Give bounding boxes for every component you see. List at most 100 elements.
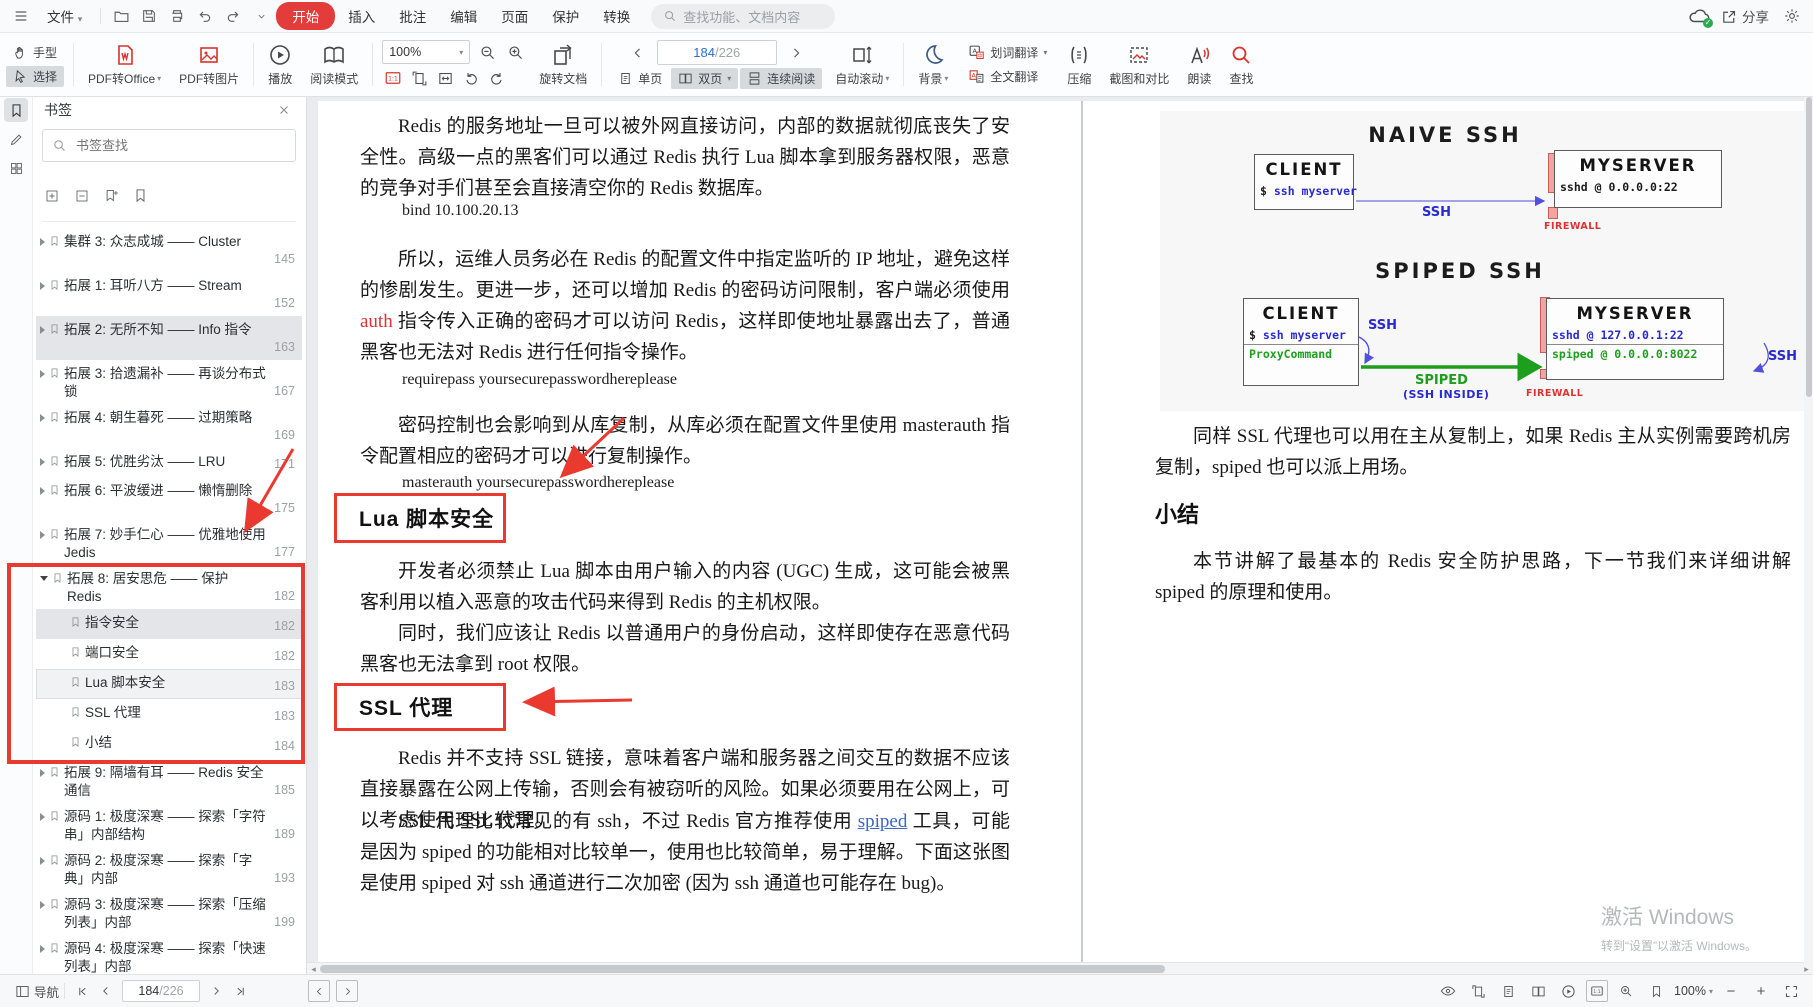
caret-right-icon[interactable] [40,857,45,865]
caret-right-icon[interactable] [40,769,45,777]
close-panel-icon[interactable] [274,100,294,120]
zoom-out-icon[interactable] [476,41,498,63]
bookmark-item[interactable]: 拓展 2: 无所不知 —— Info 指令163 [36,316,302,360]
undo-icon[interactable] [192,4,218,28]
bookmark-item[interactable]: SSL 代理183 [36,699,302,729]
add-bookmark-icon[interactable] [104,188,119,204]
continuous-reading-button[interactable]: 连续阅读 [740,68,822,89]
pdf-to-office-button[interactable]: PDF转Office▾ [79,35,170,94]
next-page-icon[interactable] [785,42,807,64]
page-number-input[interactable]: 184/226 [657,40,777,65]
next-view-icon[interactable] [336,980,358,1002]
navigation-panel-icon[interactable] [10,979,34,1003]
expand-all-icon[interactable] [44,188,60,204]
zoom-in-icon[interactable] [504,41,526,63]
screenshot-compare-button[interactable]: 截图和对比 [1100,35,1178,94]
global-search-input[interactable]: 查找功能、文档内容 [651,4,835,29]
rotate-document-button[interactable]: 旋转文档 [530,35,596,94]
bookmark-item[interactable]: 拓展 8: 居安思危 —— 保护 Redis182 [36,565,302,609]
eye-protection-icon[interactable] [1436,979,1460,1003]
previous-view-icon[interactable] [308,980,330,1002]
bookmark-item[interactable]: 小结184 [36,729,302,759]
caret-right-icon[interactable] [40,945,45,953]
caret-down-icon[interactable] [40,576,48,585]
bookmark-item[interactable]: 拓展 6: 平波缓进 —— 懒惰删除175 [36,477,302,521]
actual-size-icon[interactable] [382,67,404,89]
annotation-panel-tab-icon[interactable] [4,127,28,151]
document-viewport[interactable]: Redis 的服务地址一旦可以被外网直接访问，内部的数据就彻底丧失了安全性。高级… [307,93,1813,975]
pdf-to-image-button[interactable]: PDF转图片 [170,35,248,94]
redo-icon[interactable] [220,4,246,28]
bookmark-item[interactable]: 源码 4: 极度深寒 —— 探索「快速列表」内部 [36,935,302,975]
collapse-all-icon[interactable] [74,188,90,204]
bookmark-item[interactable]: Lua 脚本安全183 [36,669,302,699]
fit-page-icon[interactable] [1466,979,1490,1003]
spiped-link[interactable]: spiped [858,811,908,832]
bookmark-item[interactable]: 拓展 9: 隔墙有耳 —— Redis 安全通信185 [36,759,302,803]
caret-right-icon[interactable] [40,282,45,290]
caret-right-icon[interactable] [40,326,45,334]
compress-button[interactable]: 压缩 [1058,35,1100,94]
bookmark-search-box[interactable] [42,129,296,162]
zoom-level-display[interactable]: 100%▾ [1674,984,1713,998]
pdf-page-184[interactable]: Redis 的服务地址一旦可以被外网直接访问，内部的数据就彻底丧失了安全性。高级… [318,101,1081,964]
loupe-icon[interactable] [1614,979,1638,1003]
status-page-input[interactable]: 184/226 [122,980,200,1002]
single-page-button[interactable]: 单页 [611,68,669,89]
reading-mode-button[interactable]: 阅读模式 [301,35,367,94]
bookmark-item[interactable]: 端口安全182 [36,639,302,669]
play-slideshow-button[interactable]: 播放 [259,35,301,94]
zoom-out-minus-icon[interactable]: − [1719,979,1743,1003]
find-button[interactable]: 查找 [1220,35,1262,94]
save-icon[interactable] [136,4,162,28]
prev-page-icon[interactable] [94,979,118,1003]
bookmark-item[interactable]: 源码 1: 极度深寒 —— 探索「字符串」内部结构189 [36,803,302,847]
select-tool-button[interactable]: 选择 [6,66,64,87]
single-page-icon[interactable] [1496,979,1520,1003]
cloud-sync-icon[interactable]: ✓ [1687,5,1711,27]
vertical-scrollbar-thumb[interactable] [1806,97,1812,397]
rotate-right-icon[interactable] [486,67,508,89]
bookmark-search-input[interactable] [74,137,286,154]
full-translate-button[interactable]: 全文翻译 [961,66,1054,87]
rotate-left-icon[interactable] [460,67,482,89]
last-page-icon[interactable] [228,979,252,1003]
actual-size-icon[interactable] [1586,980,1608,1002]
tab-insert[interactable]: 插入 [337,2,386,30]
double-page-button[interactable]: 双页▾ [671,68,738,89]
play-slideshow-icon[interactable] [1556,979,1580,1003]
bookmarks-panel-tab-icon[interactable] [4,98,28,122]
caret-right-icon[interactable] [40,531,45,539]
fullscreen-icon[interactable] [1779,979,1803,1003]
horizontal-scrollbar-thumb[interactable] [320,965,1165,973]
delete-bookmark-icon[interactable] [133,188,148,204]
fit-page-icon[interactable] [408,67,430,89]
bookmark-flag-icon[interactable] [1644,979,1668,1003]
bookmark-item[interactable]: 拓展 5: 优胜劣汰 —— LRU171 [36,448,302,477]
tab-comment[interactable]: 批注 [388,2,437,30]
caret-right-icon[interactable] [40,414,45,422]
bookmark-item[interactable]: 源码 2: 极度深寒 —— 探索「字典」内部193 [36,847,302,891]
vertical-scrollbar[interactable] [1804,93,1813,963]
bookmark-item[interactable]: 集群 3: 众志成城 —— Cluster145 [36,228,302,272]
menu-file[interactable]: 文件 ▾ [36,2,93,30]
caret-right-icon[interactable] [40,458,45,466]
caret-right-icon[interactable] [40,901,45,909]
word-translate-button[interactable]: 划词翻译▾ [961,42,1054,63]
bookmark-item[interactable]: 源码 3: 极度深寒 —— 探索「压缩列表」内部199 [36,891,302,935]
bookmark-item[interactable]: 拓展 3: 拾遗漏补 —— 再谈分布式锁167 [36,360,302,404]
tab-convert[interactable]: 转换 [592,2,641,30]
caret-right-icon[interactable] [40,813,45,821]
hand-tool-button[interactable]: 手型 [6,42,64,63]
tab-protect[interactable]: 保护 [541,2,590,30]
caret-right-icon[interactable] [40,487,45,495]
tab-edit[interactable]: 编辑 [439,2,488,30]
print-icon[interactable] [164,4,190,28]
previous-page-icon[interactable] [627,42,649,64]
bookmark-item[interactable]: 拓展 4: 朝生暮死 —— 过期策略169 [36,404,302,448]
bookmark-item[interactable]: 拓展 7: 妙手仁心 —— 优雅地使用 Jedis177 [36,521,302,565]
open-file-icon[interactable] [108,4,134,28]
app-menu-icon[interactable] [8,4,34,28]
auto-scroll-button[interactable]: 自动滚动▾ [826,35,898,94]
double-page-icon[interactable] [1526,979,1550,1003]
